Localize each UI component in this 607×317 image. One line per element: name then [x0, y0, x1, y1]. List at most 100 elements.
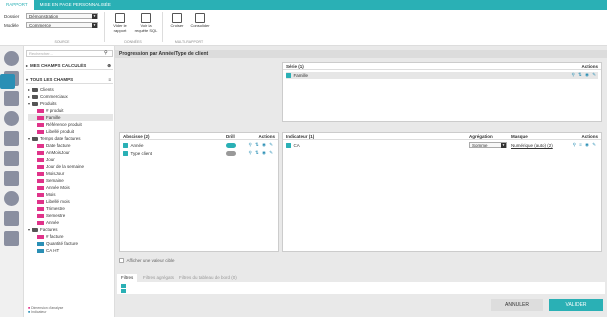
- tree-folder[interactable]: ▾ Temps date factures: [28, 135, 113, 142]
- search-icon[interactable]: ⚲: [104, 50, 108, 56]
- star-icon[interactable]: [4, 131, 19, 146]
- tree-folder[interactable]: ▸ Commerciaux: [28, 93, 113, 100]
- sidebar-legend: ■ Dimension d'analyse ■ Indicateur: [28, 306, 63, 314]
- add-icon[interactable]: ⊕: [107, 62, 111, 70]
- tree-field[interactable]: # produit: [28, 107, 113, 114]
- map-icon[interactable]: [4, 191, 19, 206]
- dimension-badge-icon: [37, 199, 44, 204]
- abscisse-row-actions[interactable]: ⚲ ⇅ ◉ ✎: [248, 142, 274, 148]
- tab-filtres-agregats[interactable]: Filtres agrégats: [139, 274, 178, 282]
- voir-sql-label: Voir la requête SQL: [134, 23, 158, 33]
- tab-rapport[interactable]: RAPPORT: [0, 0, 34, 10]
- drill-toggle[interactable]: [226, 150, 238, 157]
- search-input[interactable]: Rechercher...: [26, 50, 113, 57]
- drill-toggle[interactable]: [226, 142, 238, 149]
- tree-item-label: # facture: [46, 234, 64, 239]
- dimension-badge-icon: [37, 115, 44, 120]
- modele-select[interactable]: Commerce ▼: [26, 22, 98, 28]
- abscisse-row[interactable]: Type client: [123, 150, 152, 157]
- tree-field[interactable]: Jour de la semaine: [28, 163, 113, 170]
- tree-field[interactable]: Trimestre: [28, 205, 113, 212]
- menu-icon[interactable]: ≡: [108, 76, 111, 84]
- dimension-badge-icon: [37, 178, 44, 183]
- toggle-off[interactable]: [226, 151, 236, 156]
- tree-field[interactable]: # facture: [28, 233, 113, 240]
- legend-indicator-label: Indicateur: [31, 310, 47, 314]
- all-fields-header[interactable]: ▾ TOUS LES CHAMPS ≡: [26, 76, 113, 84]
- filter-icon[interactable]: [121, 284, 126, 288]
- grid-icon[interactable]: [4, 211, 19, 226]
- cancel-button[interactable]: ANNULER: [491, 299, 543, 311]
- tree-item-label: Libellé produit: [46, 129, 75, 134]
- croiser-button[interactable]: Croiser: [166, 13, 188, 29]
- serie-row[interactable]: Famille: [286, 72, 598, 79]
- chevron-down-icon: ▼: [92, 14, 97, 19]
- tree-field[interactable]: Jour: [28, 156, 113, 163]
- tree-item-label: Factures: [40, 227, 58, 232]
- report-icon[interactable]: [0, 74, 15, 89]
- tree-field[interactable]: Libellé produit: [28, 128, 113, 135]
- checkbox[interactable]: [123, 143, 128, 148]
- tree-field[interactable]: Semaine: [28, 177, 113, 184]
- abscisse-header-label: Abscisse (2): [123, 134, 150, 139]
- serie-row-actions[interactable]: ⚲ ⇅ ◉ ✎: [571, 72, 597, 78]
- serie-header-label: Série (1): [286, 64, 304, 69]
- pie-chart-icon[interactable]: [4, 111, 19, 126]
- tree-field[interactable]: Libellé mois: [28, 198, 113, 205]
- tree-folder[interactable]: ▾ Produits: [28, 100, 113, 107]
- vider-rapport-label: Vider le rapport: [113, 23, 127, 33]
- globe-icon[interactable]: [4, 51, 19, 66]
- tree-field[interactable]: CA HT: [28, 247, 113, 254]
- tab-filtres[interactable]: Filtres: [117, 274, 138, 282]
- abscisse-row[interactable]: Année: [123, 142, 144, 149]
- checkbox[interactable]: [286, 143, 291, 148]
- vider-rapport-button[interactable]: Vider le rapport: [108, 13, 132, 33]
- clear-report-icon: [115, 13, 125, 23]
- column-chart-icon[interactable]: [4, 151, 19, 166]
- serie-panel: Série (1) Actions Famille ⚲ ⇅ ◉ ✎: [282, 62, 602, 122]
- abscisse-row-actions[interactable]: ⚲ ⇅ ◉ ✎: [248, 150, 274, 156]
- dimension-badge-icon: [37, 192, 44, 197]
- indicateur-header: Indicateur (1): [283, 133, 601, 140]
- abscisse-row-label: Année: [130, 143, 144, 148]
- tree-field[interactable]: Mois: [28, 191, 113, 198]
- tree-folder[interactable]: ▸ Clients: [28, 86, 113, 93]
- edit-icon[interactable]: [121, 289, 126, 293]
- abscisse-actions-header: Actions: [258, 134, 275, 139]
- tree-field[interactable]: Référence produit: [28, 121, 113, 128]
- tree-field[interactable]: Quantité facture: [28, 240, 113, 247]
- calc-fields-header[interactable]: ▸ MES CHAMPS CALCULÉS ⊕: [26, 62, 113, 70]
- checkbox[interactable]: [286, 73, 291, 78]
- tree-folder[interactable]: ▾ Factures: [28, 226, 113, 233]
- group-multi-label: MULTI-RAPPORT: [174, 40, 204, 44]
- dimension-badge-icon: [37, 220, 44, 225]
- tab-mise-en-page[interactable]: MISE EN PAGE PERSONNALISÉE: [34, 0, 117, 10]
- toggle-on[interactable]: [226, 143, 236, 148]
- tree-field[interactable]: Année Mois: [28, 184, 113, 191]
- afficher-cible-row[interactable]: Afficher une valeur cible: [119, 257, 279, 264]
- validate-button[interactable]: VALIDER: [549, 299, 603, 311]
- checkbox[interactable]: [119, 258, 124, 263]
- tree-field[interactable]: Famille: [28, 114, 113, 121]
- calc-fields-label: MES CHAMPS CALCULÉS: [30, 63, 87, 68]
- tree-field[interactable]: MoisJour: [28, 170, 113, 177]
- voir-sql-button[interactable]: Voir la requête SQL: [134, 13, 158, 33]
- tree-field[interactable]: Semestre: [28, 212, 113, 219]
- checkbox[interactable]: [123, 151, 128, 156]
- table-chart-icon[interactable]: [4, 171, 19, 186]
- pivot-table-icon[interactable]: [4, 231, 19, 246]
- ribbon: Dossier Démonstration ▼ Modèle Commerce ▼ …: [0, 10, 607, 46]
- masque-link[interactable]: Numérique (auto) (2): [511, 143, 553, 148]
- indicateur-row[interactable]: CA: [286, 142, 300, 149]
- bar-chart-icon[interactable]: [4, 91, 19, 106]
- tree-field[interactable]: AnMoisJour: [28, 149, 113, 156]
- consolider-button[interactable]: Consolider: [188, 13, 212, 29]
- tree-field[interactable]: Année: [28, 219, 113, 226]
- dossier-select[interactable]: Démonstration ▼: [26, 13, 98, 19]
- indicateur-row-actions[interactable]: ⚲ ≡ ◉ ✎: [573, 142, 597, 148]
- tree-field[interactable]: Date facture: [28, 142, 113, 149]
- tree-item-label: Jour de la semaine: [46, 164, 85, 169]
- tab-filtres-tableau[interactable]: Filtres du tableau de bord (0): [175, 274, 241, 282]
- dimension-badge-icon: [37, 122, 44, 127]
- aggregation-select[interactable]: Somme ▼: [469, 142, 507, 148]
